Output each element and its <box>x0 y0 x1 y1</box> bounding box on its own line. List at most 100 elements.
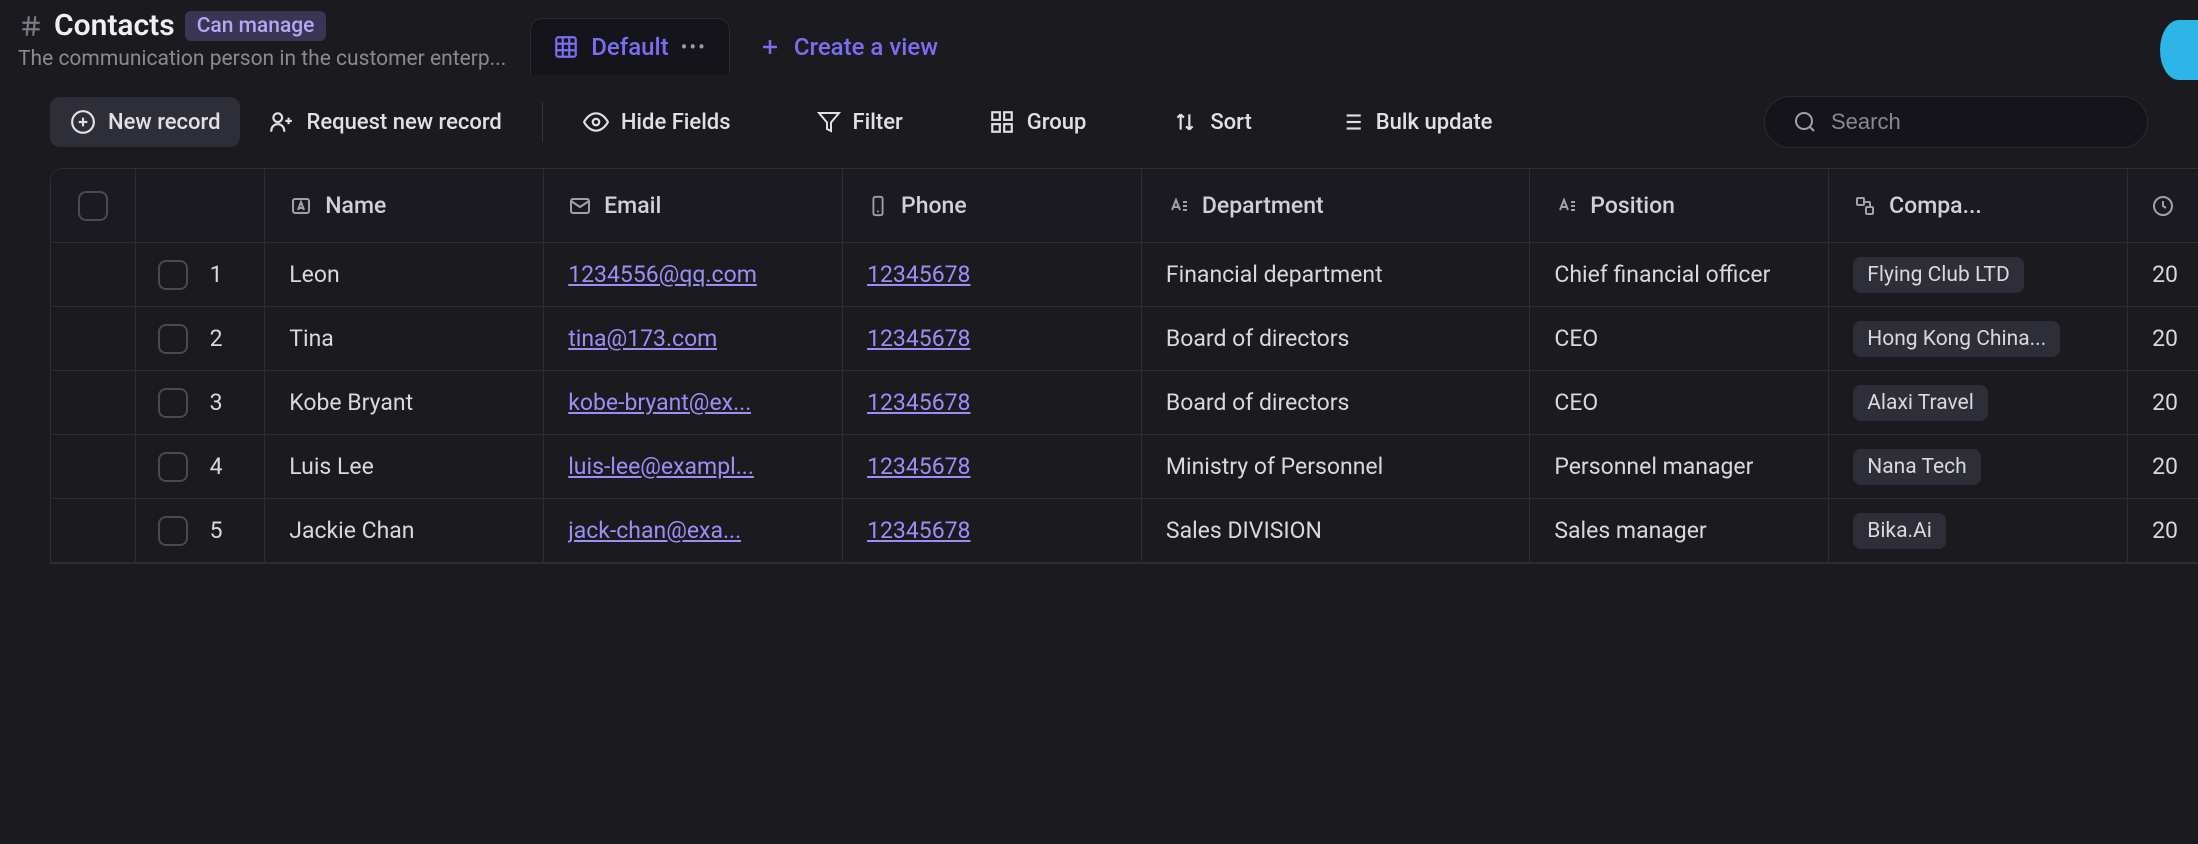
list-icon <box>1338 109 1364 135</box>
new-record-button[interactable]: New record <box>50 97 240 147</box>
row-checkbox[interactable] <box>158 452 188 482</box>
cell-checkbox <box>51 499 136 562</box>
row-checkbox[interactable] <box>158 324 188 354</box>
search-icon <box>1793 110 1817 134</box>
phone-icon <box>867 195 889 217</box>
cell-department[interactable]: Ministry of Personnel <box>1142 435 1530 498</box>
tab-default[interactable]: Default ••• <box>530 18 730 75</box>
cell-index: 4 <box>136 435 266 498</box>
cell-phone[interactable]: 12345678 <box>843 435 1142 498</box>
row-checkbox[interactable] <box>158 388 188 418</box>
cell-company[interactable]: Flying Club LTD <box>1829 243 2128 306</box>
search-box[interactable] <box>1764 96 2148 148</box>
filter-button[interactable]: Filter <box>797 98 923 147</box>
link-icon <box>1853 194 1877 218</box>
cell-phone[interactable]: 12345678 <box>843 243 1142 306</box>
cell-extra[interactable]: 20 <box>2128 499 2198 562</box>
user-plus-icon <box>268 109 294 135</box>
request-new-record-button[interactable]: Request new record <box>248 97 521 147</box>
cell-department[interactable]: Board of directors <box>1142 307 1530 370</box>
cell-name[interactable]: Leon <box>265 243 544 306</box>
cell-name[interactable]: Tina <box>265 307 544 370</box>
cell-company[interactable]: Bika.Ai <box>1829 499 2128 562</box>
toolbar: New record Request new record Hide Field… <box>0 82 2198 168</box>
cell-position[interactable]: Chief financial officer <box>1530 243 1829 306</box>
col-comp-label: Compa... <box>1889 192 1982 219</box>
search-input[interactable] <box>1831 109 2119 135</box>
cell-position[interactable]: CEO <box>1530 371 1829 434</box>
col-name-label: Name <box>325 192 386 219</box>
sort-button[interactable]: Sort <box>1152 97 1271 147</box>
bulk-update-button[interactable]: Bulk update <box>1318 97 1513 147</box>
cell-name[interactable]: Jackie Chan <box>265 499 544 562</box>
cell-phone[interactable]: 12345678 <box>843 307 1142 370</box>
cell-email[interactable]: jack-chan@exa... <box>544 499 843 562</box>
cell-checkbox <box>51 435 136 498</box>
hide-fields-label: Hide Fields <box>621 110 731 135</box>
create-view-button[interactable]: Create a view <box>758 33 938 61</box>
table-row[interactable]: 4 Luis Lee luis-lee@exampl... 12345678 M… <box>51 435 2198 499</box>
col-header-company[interactable]: Compa... <box>1829 169 2128 242</box>
row-checkbox[interactable] <box>158 260 188 290</box>
cell-email[interactable]: kobe-bryant@ex... <box>544 371 843 434</box>
col-phone-label: Phone <box>901 192 967 219</box>
col-header-phone[interactable]: Phone <box>843 169 1142 242</box>
col-header-email[interactable]: Email <box>544 169 843 242</box>
cell-position[interactable]: Sales manager <box>1530 499 1829 562</box>
plus-icon <box>758 35 782 59</box>
title-block: Contacts Can manage The communication pe… <box>18 8 506 71</box>
table-row[interactable]: 3 Kobe Bryant kobe-bryant@ex... 12345678… <box>51 371 2198 435</box>
cell-phone[interactable]: 12345678 <box>843 499 1142 562</box>
create-view-label: Create a view <box>794 33 938 61</box>
cell-checkbox <box>51 307 136 370</box>
col-header-position[interactable]: Position <box>1530 169 1829 242</box>
cell-extra[interactable]: 20 <box>2128 435 2198 498</box>
cell-company[interactable]: Hong Kong China... <box>1829 307 2128 370</box>
cell-email[interactable]: 1234556@qq.com <box>544 243 843 306</box>
cell-email[interactable]: tina@173.com <box>544 307 843 370</box>
table-row[interactable]: 1 Leon 1234556@qq.com 12345678 Financial… <box>51 243 2198 307</box>
request-new-record-label: Request new record <box>306 110 501 135</box>
tab-default-label: Default <box>591 33 668 61</box>
cell-email[interactable]: luis-lee@exampl... <box>544 435 843 498</box>
cell-checkbox <box>51 243 136 306</box>
col-header-extra[interactable] <box>2128 169 2198 242</box>
cell-name[interactable]: Luis Lee <box>265 435 544 498</box>
avatar[interactable] <box>2160 20 2198 80</box>
select-all-checkbox[interactable] <box>78 191 108 221</box>
cell-position[interactable]: CEO <box>1530 307 1829 370</box>
cell-extra[interactable]: 20 <box>2128 307 2198 370</box>
col-dept-label: Department <box>1202 192 1324 219</box>
clock-icon <box>2151 194 2175 218</box>
cell-department[interactable]: Sales DIVISION <box>1142 499 1530 562</box>
cell-phone[interactable]: 12345678 <box>843 371 1142 434</box>
row-number: 1 <box>210 261 223 288</box>
row-number: 2 <box>210 325 223 352</box>
col-header-department[interactable]: Department <box>1142 169 1530 242</box>
cell-extra[interactable]: 20 <box>2128 243 2198 306</box>
cell-extra[interactable]: 20 <box>2128 371 2198 434</box>
hide-fields-button[interactable]: Hide Fields <box>563 97 751 147</box>
table-row[interactable]: 5 Jackie Chan jack-chan@exa... 12345678 … <box>51 499 2198 563</box>
cell-department[interactable]: Board of directors <box>1142 371 1530 434</box>
group-button[interactable]: Group <box>969 97 1107 147</box>
hash-icon <box>18 13 44 39</box>
col-pos-label: Position <box>1590 192 1675 219</box>
table-row[interactable]: 2 Tina tina@173.com 12345678 Board of di… <box>51 307 2198 371</box>
cell-name[interactable]: Kobe Bryant <box>265 371 544 434</box>
table-header: Name Email Phone Department Position <box>51 169 2198 243</box>
bulk-update-label: Bulk update <box>1376 110 1493 135</box>
cell-company[interactable]: Nana Tech <box>1829 435 2128 498</box>
cell-position[interactable]: Personnel manager <box>1530 435 1829 498</box>
cell-company[interactable]: Alaxi Travel <box>1829 371 2128 434</box>
col-header-name[interactable]: Name <box>265 169 544 242</box>
col-header-checkbox <box>51 169 136 242</box>
page-title: Contacts <box>54 8 175 43</box>
sort-label: Sort <box>1210 110 1251 135</box>
text-icon <box>1166 194 1190 218</box>
tab-more-icon[interactable]: ••• <box>681 35 707 59</box>
header-bar: Contacts Can manage The communication pe… <box>0 0 2198 82</box>
row-checkbox[interactable] <box>158 516 188 546</box>
cell-department[interactable]: Financial department <box>1142 243 1530 306</box>
text-icon <box>1554 194 1578 218</box>
